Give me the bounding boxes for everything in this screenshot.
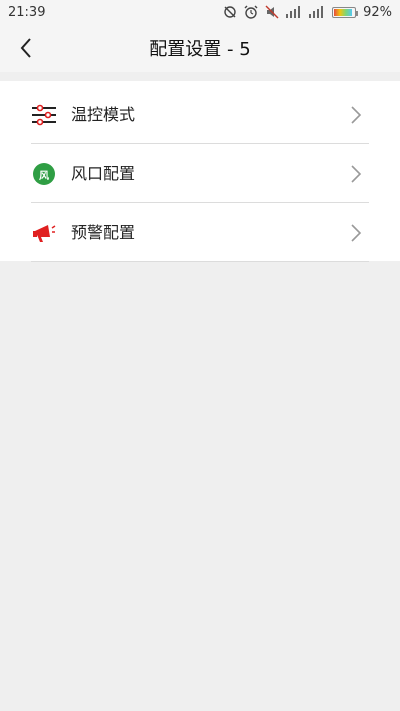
megaphone-icon bbox=[31, 221, 57, 245]
status-time: 21:39 bbox=[8, 4, 46, 20]
menu-item-temperature-mode[interactable]: 温控模式 bbox=[0, 85, 400, 144]
settings-menu: 温控模式 风 风口配置 预警配置 bbox=[0, 81, 400, 262]
battery-fill bbox=[334, 8, 353, 16]
signal-icon-1 bbox=[286, 6, 301, 18]
wind-icon: 风 bbox=[33, 163, 55, 185]
menu-item-vent-config[interactable]: 风 风口配置 bbox=[0, 144, 400, 203]
mute-icon bbox=[265, 5, 279, 19]
wind-icon-wrap: 风 bbox=[31, 162, 57, 186]
status-bar: 21:39 92% bbox=[0, 0, 400, 24]
sync-off-icon bbox=[224, 6, 236, 18]
status-icons: 92% bbox=[223, 5, 392, 20]
menu-item-alert-config[interactable]: 预警配置 bbox=[0, 203, 400, 262]
sliders-icon bbox=[31, 103, 57, 127]
divider bbox=[31, 261, 369, 262]
page-title: 配置设置 - 5 bbox=[149, 39, 251, 60]
back-arrow-icon bbox=[20, 38, 31, 58]
nav-bar: 配置设置 - 5 bbox=[0, 24, 400, 72]
menu-item-label: 温控模式 bbox=[71, 105, 136, 124]
chevron-right-icon bbox=[351, 106, 362, 124]
battery-icon bbox=[332, 6, 359, 18]
back-button[interactable] bbox=[12, 34, 40, 62]
menu-item-label: 预警配置 bbox=[71, 223, 136, 242]
alarm-icon bbox=[244, 5, 258, 19]
battery-percent: 92% bbox=[363, 4, 392, 20]
menu-item-label: 风口配置 bbox=[71, 164, 136, 183]
signal-icon-2 bbox=[309, 6, 324, 18]
chevron-right-icon bbox=[351, 165, 362, 183]
chevron-right-icon bbox=[351, 224, 362, 242]
